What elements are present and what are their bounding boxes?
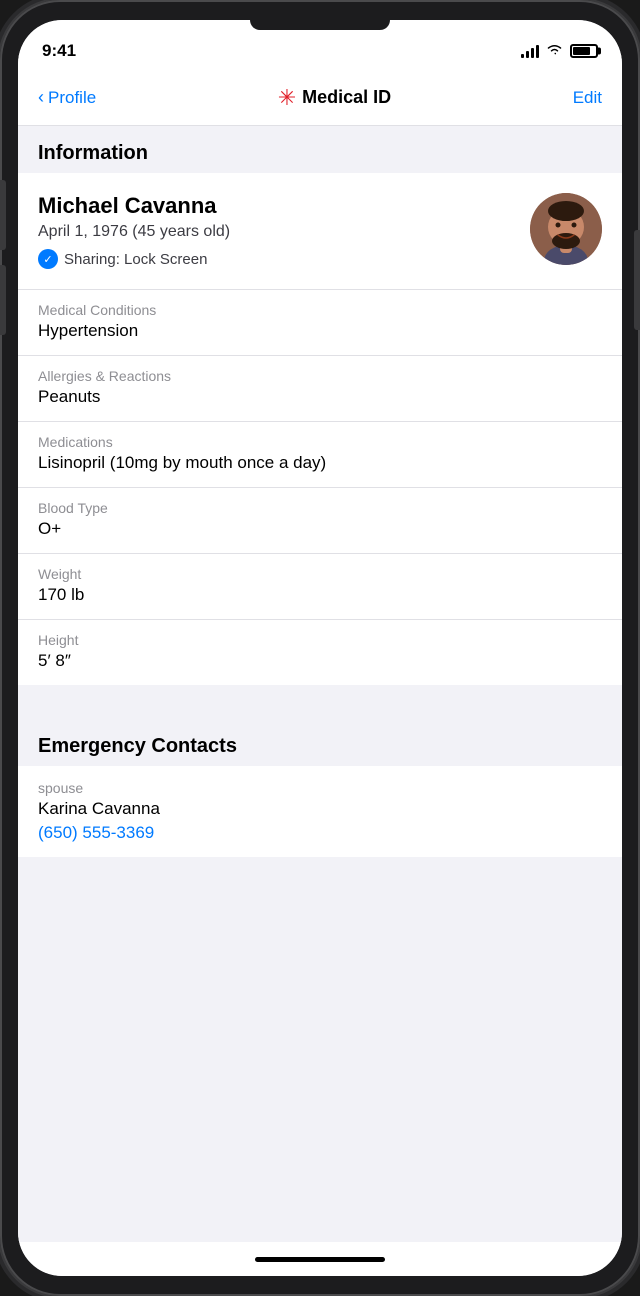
emergency-contact-row: spouse Karina Cavanna (650) 555-3369 xyxy=(18,766,622,857)
volume-up-button[interactable] xyxy=(0,180,6,250)
status-time: 9:41 xyxy=(42,41,76,61)
profile-name: Michael Cavanna xyxy=(38,193,530,219)
profile-card: Michael Cavanna April 1, 1976 (45 years … xyxy=(18,173,622,290)
emergency-contacts-header: Emergency Contacts xyxy=(18,721,622,766)
medical-asterisk-icon: ✳ xyxy=(278,85,296,111)
home-indicator xyxy=(18,1242,622,1276)
contact-relation: spouse xyxy=(38,780,602,796)
home-bar xyxy=(255,1257,385,1262)
sharing-badge: ✓ Sharing: Lock Screen xyxy=(38,249,530,269)
medications-row: Medications Lisinopril (10mg by mouth on… xyxy=(18,422,622,488)
signal-icon xyxy=(521,45,539,58)
volume-down-button[interactable] xyxy=(0,265,6,335)
nav-title-text: Medical ID xyxy=(302,87,391,108)
back-button[interactable]: ‹ Profile xyxy=(38,87,96,108)
profile-dob: April 1, 1976 (45 years old) xyxy=(38,223,530,241)
sharing-text: Sharing: Lock Screen xyxy=(64,251,207,268)
weight-row: Weight 170 lb xyxy=(18,554,622,620)
information-header-text: Information xyxy=(38,142,148,164)
height-row: Height 5′ 8″ xyxy=(18,620,622,685)
avatar xyxy=(530,193,602,265)
phone-screen: 9:41 xyxy=(18,20,622,1276)
contact-name: Karina Cavanna xyxy=(38,799,602,819)
medical-conditions-value: Hypertension xyxy=(38,321,602,341)
scroll-content[interactable]: Information Michael Cavanna April 1, 197… xyxy=(18,126,622,1242)
weight-value: 170 lb xyxy=(38,585,602,605)
battery-icon xyxy=(570,44,598,58)
back-label: Profile xyxy=(48,88,96,108)
sharing-check-icon: ✓ xyxy=(38,249,58,269)
medical-conditions-label: Medical Conditions xyxy=(38,302,602,318)
wifi-icon xyxy=(546,43,563,59)
nav-bar: ‹ Profile ✳ Medical ID Edit xyxy=(18,70,622,126)
status-icons xyxy=(521,43,598,59)
allergies-label: Allergies & Reactions xyxy=(38,368,602,384)
allergies-value: Peanuts xyxy=(38,387,602,407)
weight-label: Weight xyxy=(38,566,602,582)
medical-conditions-row: Medical Conditions Hypertension xyxy=(18,290,622,356)
blood-type-label: Blood Type xyxy=(38,500,602,516)
chevron-left-icon: ‹ xyxy=(38,87,44,108)
notch xyxy=(250,20,390,30)
power-button[interactable] xyxy=(634,230,640,330)
emergency-contacts-header-text: Emergency Contacts xyxy=(38,735,237,757)
section-gap xyxy=(18,685,622,721)
allergies-row: Allergies & Reactions Peanuts xyxy=(18,356,622,422)
blood-type-row: Blood Type O+ xyxy=(18,488,622,554)
profile-info: Michael Cavanna April 1, 1976 (45 years … xyxy=(38,193,530,269)
contact-phone[interactable]: (650) 555-3369 xyxy=(38,823,154,842)
nav-title: ✳ Medical ID xyxy=(278,85,391,111)
information-section-header: Information xyxy=(18,126,622,173)
edit-button[interactable]: Edit xyxy=(573,88,602,108)
phone-frame: 9:41 xyxy=(0,0,640,1296)
medications-value: Lisinopril (10mg by mouth once a day) xyxy=(38,453,602,473)
height-value: 5′ 8″ xyxy=(38,651,602,671)
medications-label: Medications xyxy=(38,434,602,450)
height-label: Height xyxy=(38,632,602,648)
blood-type-value: O+ xyxy=(38,519,602,539)
